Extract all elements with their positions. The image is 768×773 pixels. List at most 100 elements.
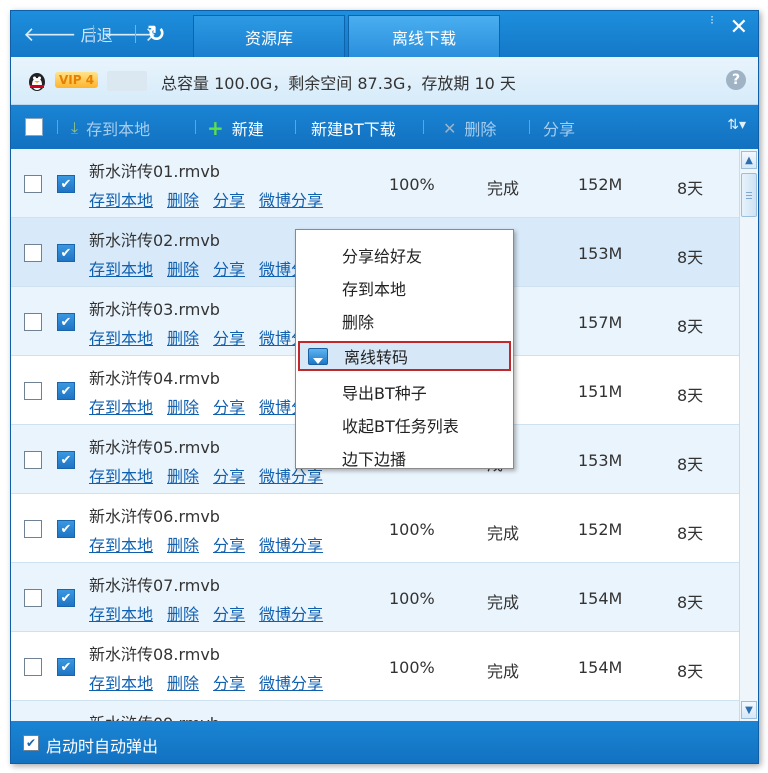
scroll-down-arrow-icon[interactable]: ▼ [741,701,757,719]
row-checked-checkbox[interactable]: ✔ [57,313,75,331]
save-local-label: 存到本地 [86,120,151,139]
row-share-link[interactable]: 分享 [213,536,245,555]
row-actions: 存到本地 删除 分享 微博分享 [89,532,337,556]
row-save-local-link[interactable]: 存到本地 [89,398,153,417]
window-menu-icon[interactable]: ⁝ [710,13,714,27]
task-row[interactable]: ✔新水浒传09.rmvb存到本地删除分享微博分享 [11,701,739,721]
row-checked-checkbox[interactable]: ✔ [57,175,75,193]
row-share-link[interactable]: 分享 [213,329,245,348]
new-bt-download-button[interactable]: 新建BT下载 [311,116,396,140]
divider [93,25,94,43]
share-button[interactable]: 分享 [543,116,575,140]
row-save-local-link[interactable]: 存到本地 [89,260,153,279]
row-save-local-link[interactable]: 存到本地 [89,191,153,210]
row-delete-link[interactable]: 删除 [167,674,199,693]
scrollbar[interactable]: ▲ ▼ [739,149,758,721]
row-checked-checkbox[interactable]: ✔ [57,382,75,400]
file-name: 新水浒传08.rmvb [89,645,220,664]
row-share-link[interactable]: 分享 [213,260,245,279]
row-checkbox[interactable] [24,589,42,607]
row-checked-checkbox[interactable]: ✔ [57,244,75,262]
tab-label: 资源库 [244,28,293,48]
tab-resource-library[interactable]: 资源库 [193,15,345,57]
row-share-link[interactable]: 分享 [213,191,245,210]
grip-line [746,198,752,199]
row-delete-link[interactable]: 删除 [167,329,199,348]
refresh-icon: ↻ [147,21,166,47]
row-checkbox[interactable] [24,313,42,331]
row-checked-checkbox[interactable]: ✔ [57,658,75,676]
task-row[interactable]: ✔ 新水浒传06.rmvb 存到本地 删除 分享 微博分享 100% 完成 152M 8天 [11,494,739,563]
row-share-link[interactable]: 分享 [213,674,245,693]
row-weibo-share-link[interactable]: 微博分享 [259,674,323,693]
autostart-checkbox[interactable]: ✔ [23,735,39,751]
context-menu: 分享给好友 存到本地 删除 离线转码 导出BT种子 收起BT任务列表 边下边播 [295,229,514,469]
refresh-button[interactable]: ↻ [147,21,165,47]
row-checkbox[interactable] [24,382,42,400]
row-weibo-share-link[interactable]: 微博分享 [259,536,323,555]
row-checkbox[interactable] [24,451,42,469]
row-weibo-share-link[interactable]: 微博分享 [259,605,323,624]
days-value: 8天 [677,179,704,198]
save-local-button[interactable]: ⤓ 存到本地 [71,116,150,140]
row-delete-link[interactable]: 删除 [167,536,199,555]
context-menu-item[interactable]: 离线转码 [298,341,511,371]
arrow-left-icon: 🡐 [23,22,77,46]
context-menu-item[interactable]: 分享给好友 [296,240,513,270]
scroll-up-arrow-icon[interactable]: ▲ [741,151,757,169]
row-delete-link[interactable]: 删除 [167,605,199,624]
divider [135,25,136,43]
sort-icon[interactable]: ⇅▾ [727,117,746,133]
select-all-checkbox[interactable] [25,118,43,136]
context-menu-item[interactable]: 导出BT种子 [296,377,513,407]
row-share-link[interactable]: 分享 [213,605,245,624]
context-menu-item[interactable]: 删除 [296,306,513,336]
size-value: 153M [578,451,623,470]
context-menu-item[interactable]: 存到本地 [296,273,513,303]
size-value: 157M [578,313,623,332]
size-value: 154M [578,589,623,608]
row-checkbox[interactable] [24,175,42,193]
scroll-thumb[interactable] [741,173,757,217]
row-delete-link[interactable]: 删除 [167,467,199,486]
task-row[interactable]: ✔ 新水浒传07.rmvb 存到本地 删除 分享 微博分享 100% 完成 154M 8天 [11,563,739,632]
row-checkbox[interactable] [24,658,42,676]
row-checked-checkbox[interactable]: ✔ [57,589,75,607]
context-menu-item[interactable]: 边下边播 [296,443,513,473]
days-value: 8天 [677,662,704,681]
context-menu-item[interactable]: 收起BT任务列表 [296,410,513,440]
transcode-icon [308,348,328,365]
row-delete-link[interactable]: 删除 [167,398,199,417]
row-checked-checkbox[interactable]: ✔ [57,451,75,469]
help-icon[interactable]: ? [726,70,746,90]
row-share-link[interactable]: 分享 [213,467,245,486]
status-value: 完成 [487,524,520,543]
delete-label: 删除 [464,120,497,139]
row-save-local-link[interactable]: 存到本地 [89,467,153,486]
task-row[interactable]: ✔ 新水浒传08.rmvb 存到本地 删除 分享 微博分享 100% 完成 154M 8天 [11,632,739,701]
row-actions: 存到本地 删除 分享 微博分享 [89,601,337,625]
row-save-local-link[interactable]: 存到本地 [89,674,153,693]
row-share-link[interactable]: 分享 [213,398,245,417]
new-task-button[interactable]: + 新建 [207,116,264,140]
row-weibo-share-link[interactable]: 微博分享 [259,191,323,210]
row-delete-link[interactable]: 删除 [167,260,199,279]
tab-offline-download[interactable]: 离线下载 [348,15,500,57]
delete-button[interactable]: ✕ 删除 [443,116,496,140]
row-save-local-link[interactable]: 存到本地 [89,329,153,348]
row-checked-checkbox[interactable]: ✔ [57,520,75,538]
row-save-local-link[interactable]: 存到本地 [89,605,153,624]
back-button[interactable]: 🡐 后退 [23,21,113,47]
days-value: 8天 [677,455,704,474]
row-checkbox[interactable] [24,244,42,262]
row-save-local-link[interactable]: 存到本地 [89,536,153,555]
progress-value: 100% [389,175,435,194]
close-icon: ✕ [729,15,748,40]
close-button[interactable]: ✕ [730,15,748,40]
row-checkbox[interactable] [24,520,42,538]
vip-badge: VIP 4 [55,72,99,88]
row-delete-link[interactable]: 删除 [167,191,199,210]
task-row[interactable]: ✔ 新水浒传01.rmvb 存到本地 删除 分享 微博分享 100% 完成 152M 8天 [11,149,739,218]
days-value: 8天 [677,593,704,612]
tab-label: 离线下载 [391,28,456,48]
